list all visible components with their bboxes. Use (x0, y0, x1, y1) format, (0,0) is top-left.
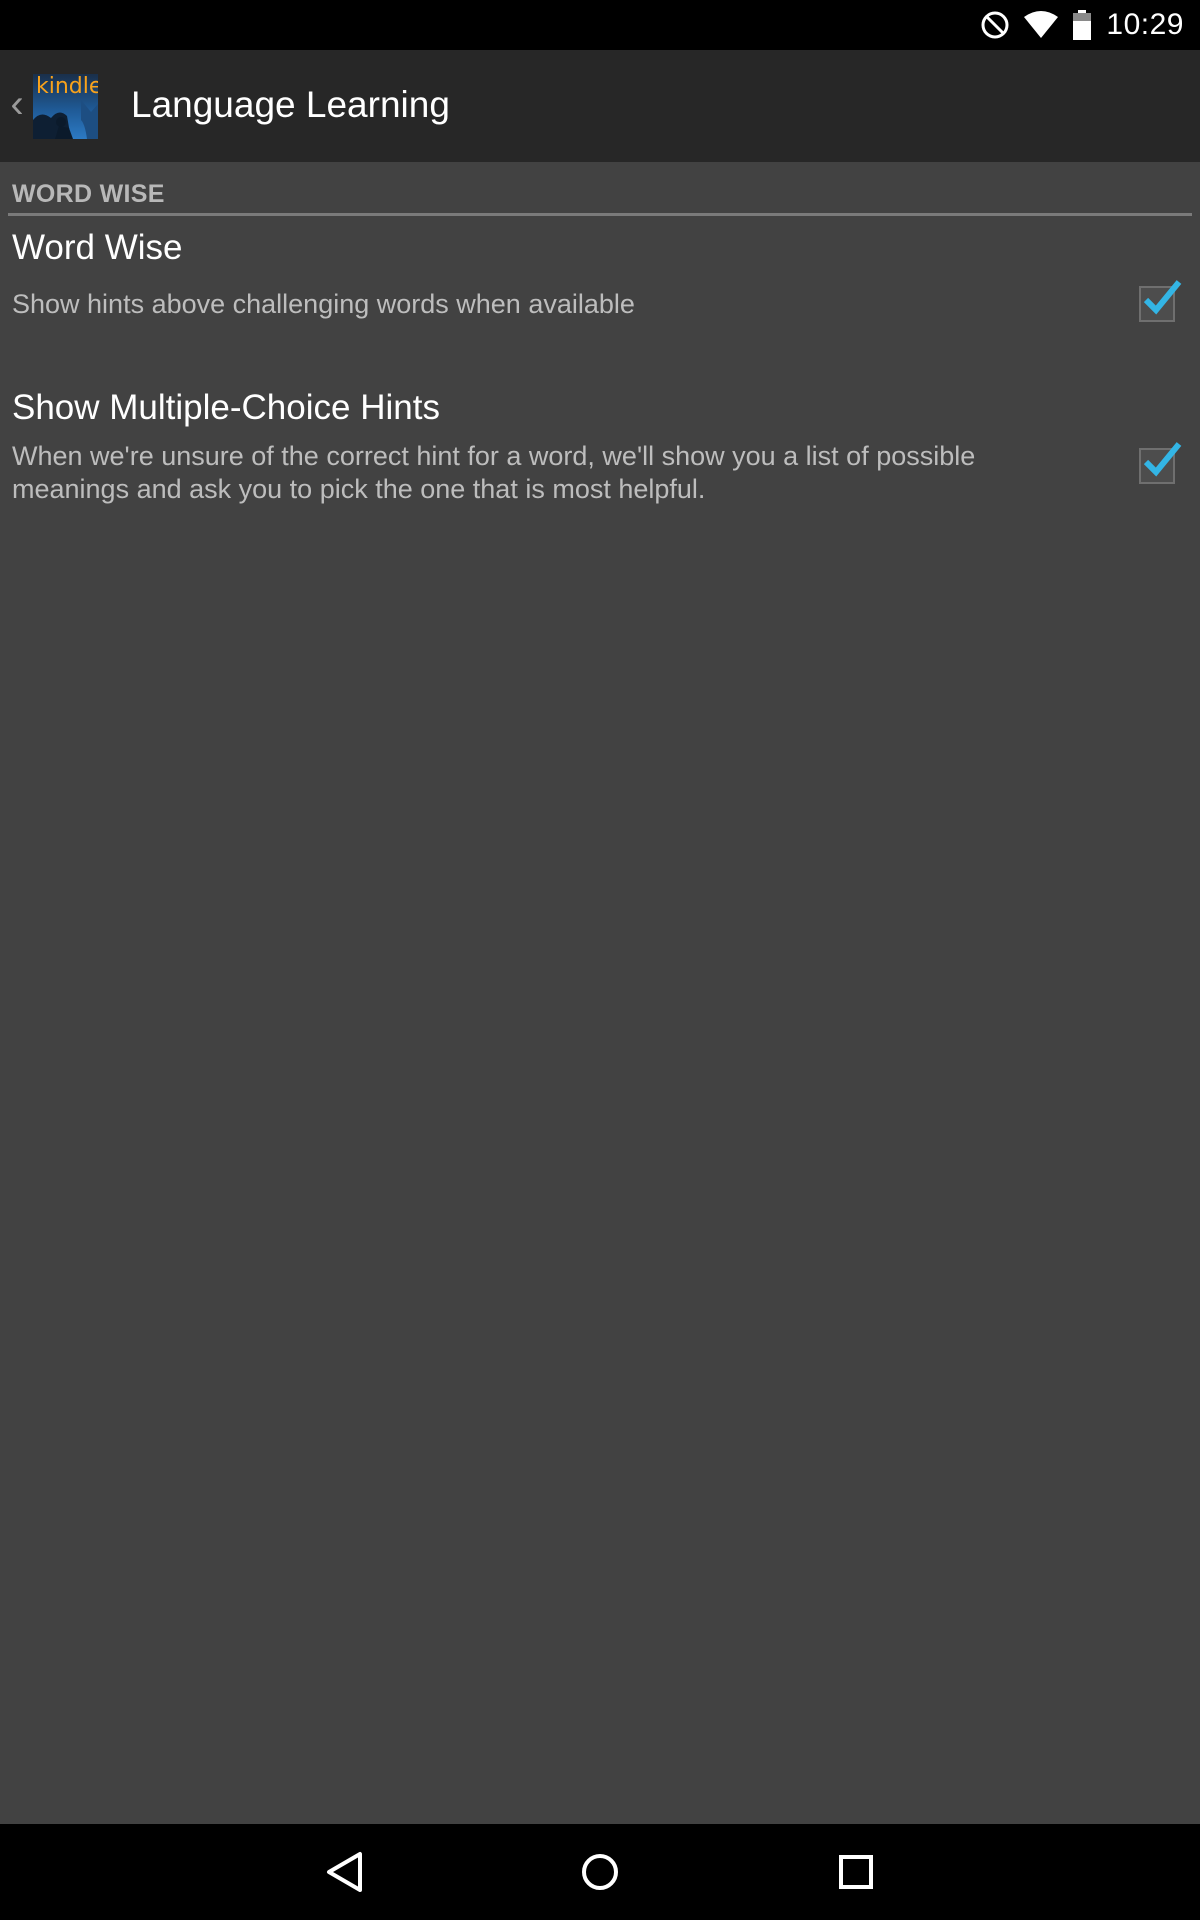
checkmark-icon (1143, 442, 1182, 477)
reading-child-graphic (33, 100, 98, 139)
checkmark-icon (1143, 280, 1182, 315)
pref-title: Show Multiple-Choice Hints (12, 388, 440, 427)
section-header: WORD WISE (12, 180, 165, 208)
pref-multiple-choice-hints[interactable]: Show Multiple-Choice Hints When we're un… (0, 388, 1200, 538)
back-icon[interactable] (315, 1842, 375, 1902)
do-not-disturb-icon (981, 11, 1009, 39)
status-time: 10:29 (1106, 8, 1184, 41)
status-bar: 10:29 (0, 0, 1200, 50)
recents-icon[interactable] (826, 1842, 886, 1902)
status-icons: 10:29 (980, 0, 1184, 50)
section-divider (8, 213, 1192, 216)
settings-content: WORD WISE Word Wise Show hints above cha… (0, 162, 1200, 1824)
home-icon[interactable] (570, 1842, 630, 1902)
battery-icon (1073, 10, 1092, 40)
app-icon-wordmark: kindle (36, 74, 98, 99)
pref-title: Word Wise (12, 228, 183, 267)
multiple-choice-hints-checkbox[interactable] (1139, 442, 1182, 484)
chevron-left-icon[interactable]: ‹ (6, 82, 28, 126)
wifi-icon (1024, 11, 1059, 38)
word-wise-checkbox[interactable] (1139, 280, 1182, 322)
navigation-bar (0, 1824, 1200, 1920)
pref-word-wise[interactable]: Word Wise Show hints above challenging w… (0, 228, 1200, 358)
page-title: Language Learning (131, 84, 450, 125)
pref-summary: Show hints above challenging words when … (12, 289, 635, 319)
kindle-app-icon[interactable]: kindle (33, 74, 98, 139)
pref-summary: When we're unsure of the correct hint fo… (12, 441, 976, 504)
action-bar: ‹ kindle Language Learning (0, 50, 1200, 162)
